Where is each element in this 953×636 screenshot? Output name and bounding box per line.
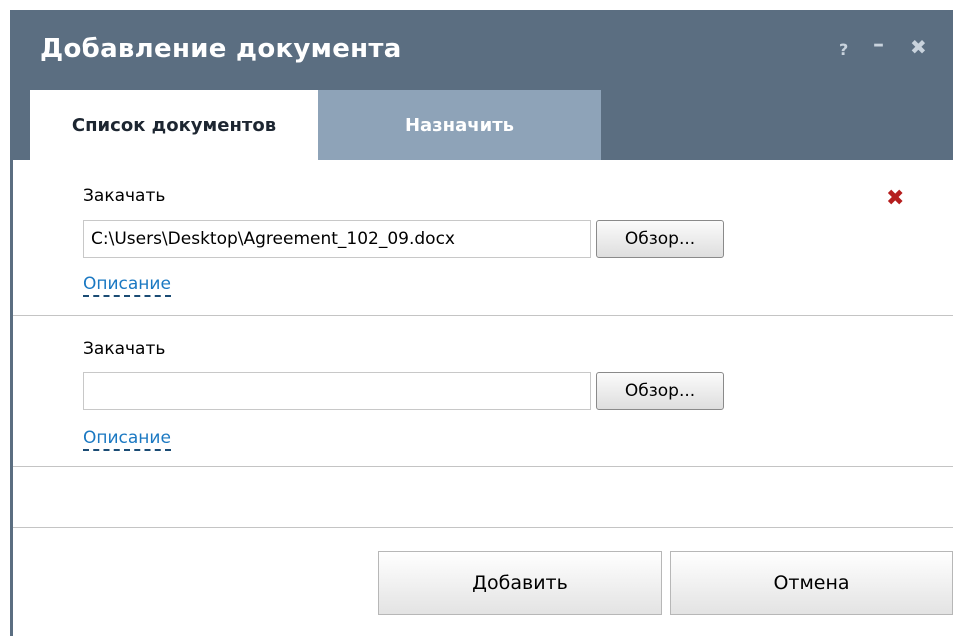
- add-button[interactable]: Добавить: [378, 551, 662, 615]
- upload-label: Закачать: [83, 186, 166, 206]
- close-icon[interactable]: ✖: [910, 35, 927, 59]
- divider: [13, 466, 953, 467]
- description-link[interactable]: Описание: [83, 273, 171, 297]
- help-icon[interactable]: ?: [839, 40, 848, 59]
- minimize-icon[interactable]: –: [873, 32, 884, 57]
- divider: [13, 315, 953, 316]
- browse-button[interactable]: Обзор...: [596, 372, 724, 410]
- upload-label: Закачать: [83, 339, 166, 359]
- dialog-left-border: [10, 160, 13, 636]
- browse-button[interactable]: Обзор...: [596, 220, 724, 258]
- add-document-dialog: Добавление документа ? – ✖ Список докуме…: [10, 10, 953, 636]
- file-path-input[interactable]: C:\Users\Desktop\Agreement_102_09.docx: [83, 220, 591, 258]
- description-link[interactable]: Описание: [83, 427, 171, 451]
- dialog-header: Добавление документа ? – ✖ Список докуме…: [10, 10, 953, 160]
- dialog-title: Добавление документа: [40, 34, 402, 64]
- footer-divider: [13, 527, 953, 528]
- file-path-input[interactable]: [83, 372, 591, 410]
- tab-assign[interactable]: Назначить: [318, 90, 601, 160]
- remove-icon[interactable]: ✖: [886, 188, 904, 210]
- cancel-button[interactable]: Отмена: [670, 551, 953, 615]
- tab-document-list[interactable]: Список документов: [30, 90, 318, 160]
